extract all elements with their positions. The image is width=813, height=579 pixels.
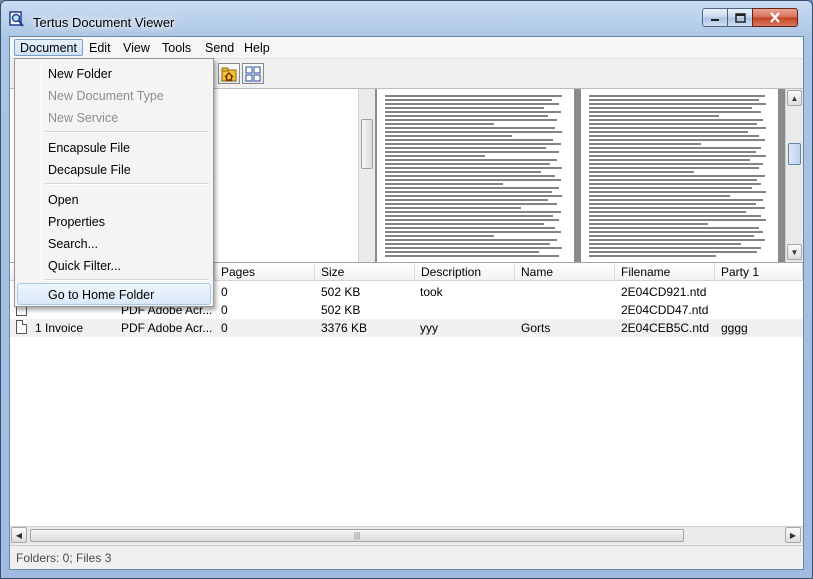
cell-pages: 0 <box>221 303 228 317</box>
close-icon <box>770 12 780 23</box>
cell-name: 1 Invoice <box>35 321 84 335</box>
home-folder-button[interactable] <box>218 63 240 84</box>
column-header-pages[interactable]: Pages <box>215 263 315 281</box>
cell-description: yyy <box>420 321 438 335</box>
preview-page-1[interactable] <box>377 89 574 262</box>
minimize-button[interactable] <box>702 8 728 27</box>
left-pane-scrollbar[interactable] <box>358 89 375 262</box>
thumbnails-icon <box>245 66 261 81</box>
menu-item-properties[interactable]: Properties <box>17 210 211 232</box>
cell-size: 3376 KB <box>321 321 368 335</box>
cell-size: 502 KB <box>321 285 361 299</box>
close-button[interactable] <box>752 8 798 27</box>
cell-filename: 2E04CD921.ntd <box>621 285 707 299</box>
scroll-left-button[interactable]: ◀ <box>11 527 27 543</box>
column-header-filename[interactable]: Filename <box>615 263 715 281</box>
title-bar[interactable]: Tertus Document Viewer <box>1 1 812 35</box>
cell-pages: 0 <box>221 285 228 299</box>
column-header-name-field[interactable]: Name <box>515 263 615 281</box>
cell-filename: 2E04CDD47.ntd <box>621 303 709 317</box>
scroll-down-button[interactable]: ▼ <box>787 244 802 260</box>
page-thumbnails <box>375 89 785 262</box>
column-header-size[interactable]: Size <box>315 263 415 281</box>
menu-item-quick-filter[interactable]: Quick Filter... <box>17 254 211 276</box>
menu-help[interactable]: Help <box>239 40 275 57</box>
maximize-button[interactable] <box>727 8 753 27</box>
minimize-icon <box>711 18 719 21</box>
app-window: Tertus Document Viewer Document Edit Vie… <box>0 0 813 579</box>
menu-item-go-to-home-folder[interactable]: Go to Home Folder <box>17 283 211 305</box>
menu-view[interactable]: View <box>118 40 155 57</box>
document-menu-dropdown: New Folder New Document Type New Service… <box>14 58 214 307</box>
cell-size: 502 KB <box>321 303 361 317</box>
menu-item-open[interactable]: Open <box>17 188 211 210</box>
cell-pages: 0 <box>221 321 228 335</box>
cell-party1: gggg <box>721 321 748 335</box>
menu-separator <box>45 131 209 133</box>
menu-item-search[interactable]: Search... <box>17 232 211 254</box>
table-row[interactable]: 1 Invoice PDF Adobe Acr... 0 3376 KB yyy… <box>10 319 803 337</box>
preview-scrollbar[interactable]: ▲ ▼ <box>785 89 803 262</box>
menu-item-encapsule-file[interactable]: Encapsule File <box>17 136 211 158</box>
menu-tools[interactable]: Tools <box>157 40 196 57</box>
folder-home-icon <box>221 67 237 81</box>
menu-send[interactable]: Send <box>200 40 239 57</box>
window-title: Tertus Document Viewer <box>33 15 175 30</box>
horizontal-scroll-thumb[interactable]: ||| <box>30 529 684 542</box>
menu-item-new-folder[interactable]: New Folder <box>17 62 211 84</box>
cell-doc-name: Gorts <box>521 321 551 335</box>
menu-item-new-document-type: New Document Type <box>48 89 164 103</box>
menu-edit[interactable]: Edit <box>84 40 116 57</box>
thumbnails-button[interactable] <box>242 63 264 84</box>
preview-scroll-thumb[interactable] <box>788 143 801 165</box>
column-header-party1[interactable]: Party 1 <box>715 263 803 281</box>
left-pane-scroll-thumb[interactable] <box>361 119 373 169</box>
preview-page-2[interactable] <box>581 89 778 262</box>
menu-separator <box>45 279 209 281</box>
status-bar: Folders: 0; Files 3 <box>10 545 803 569</box>
menu-item-new-service: New Service <box>48 111 119 125</box>
horizontal-scrollbar[interactable]: ◀ ||| ▶ <box>10 526 803 544</box>
document-icon <box>16 320 27 334</box>
column-header-description[interactable]: Description <box>415 263 515 281</box>
cell-filename: 2E04CEB5C.ntd <box>621 321 710 335</box>
cell-description: took <box>420 285 443 299</box>
menu-item-decapsule-file[interactable]: Decapsule File <box>17 158 211 180</box>
maximize-icon <box>734 12 746 23</box>
menu-separator <box>45 183 209 185</box>
scroll-up-button[interactable]: ▲ <box>787 90 802 106</box>
app-magnifier-icon <box>9 11 24 27</box>
menu-document[interactable]: Document <box>14 39 83 56</box>
menu-bar: Document Edit View Tools Send Help <box>10 37 803 59</box>
scroll-right-button[interactable]: ▶ <box>785 527 801 543</box>
status-text: Folders: 0; Files 3 <box>16 551 112 565</box>
cell-type: PDF Adobe Acr... <box>121 321 213 335</box>
